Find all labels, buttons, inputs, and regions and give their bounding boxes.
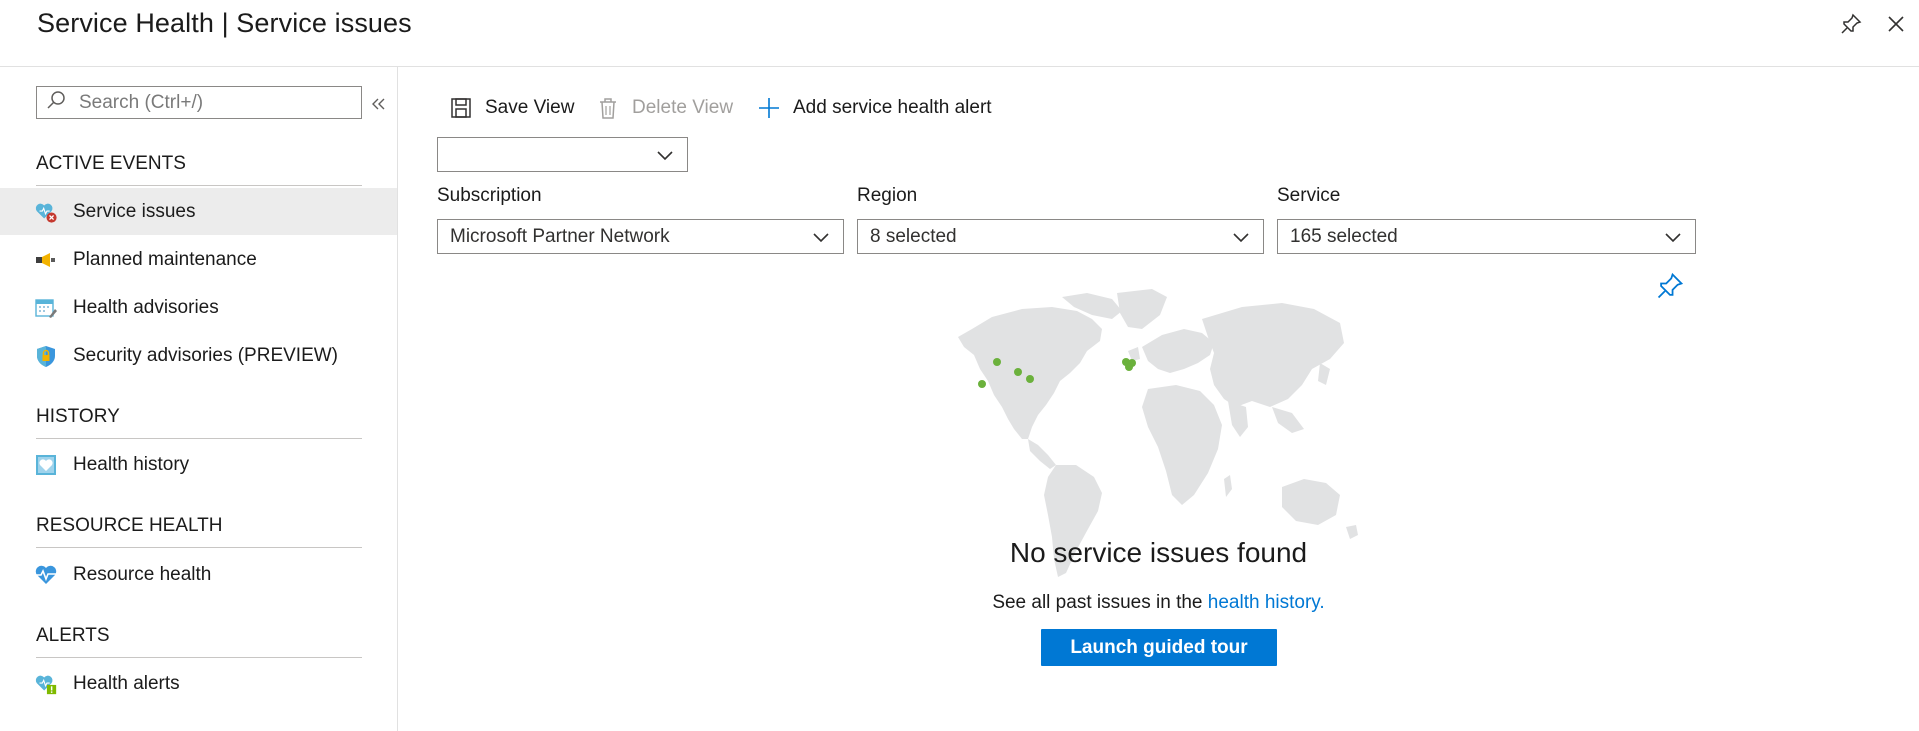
subscription-dropdown[interactable]: Microsoft Partner Network bbox=[437, 219, 844, 254]
service-label: Service bbox=[1277, 185, 1341, 206]
sidebar-item-service-issues[interactable]: Service issues bbox=[0, 188, 397, 235]
sidebar-item-label: Security advisories (PREVIEW) bbox=[73, 344, 339, 366]
launch-guided-tour-button[interactable]: Launch guided tour bbox=[1041, 629, 1277, 666]
blade-header: Service Health | Service issues bbox=[0, 0, 1919, 67]
empty-state-title: No service issues found bbox=[1009, 537, 1308, 568]
empty-state-text: See all past issues in the bbox=[992, 592, 1208, 613]
add-alert-label: Add service health alert bbox=[793, 97, 992, 118]
sidebar-item-health-alerts[interactable]: Health alerts bbox=[0, 660, 397, 707]
double-chevron-left-icon[interactable] bbox=[370, 92, 386, 118]
sidebar-item-label: Service issues bbox=[73, 200, 196, 222]
heart-history-icon bbox=[34, 453, 58, 477]
section-header-alerts: ALERTS bbox=[36, 625, 110, 646]
sidebar-item-label: Resource health bbox=[73, 563, 212, 585]
plus-icon bbox=[756, 95, 782, 121]
heart-alert-icon bbox=[34, 672, 58, 696]
save-view-label: Save View bbox=[485, 97, 575, 118]
page-title: Service Health | Service issues bbox=[37, 8, 412, 38]
region-dropdown[interactable]: 8 selected bbox=[857, 219, 1264, 254]
search-input[interactable] bbox=[79, 91, 349, 114]
sidebar-item-security-advisories[interactable]: Security advisories (PREVIEW) bbox=[0, 332, 397, 379]
health-history-link[interactable]: health history. bbox=[1208, 592, 1325, 613]
main-content: Save View Delete View Add service health… bbox=[398, 67, 1919, 731]
save-view-button[interactable]: Save View bbox=[448, 91, 574, 125]
add-service-health-alert-button[interactable]: Add service health alert bbox=[756, 91, 992, 125]
chevron-down-icon bbox=[811, 228, 831, 254]
sidebar-item-planned-maintenance[interactable]: Planned maintenance bbox=[0, 236, 397, 283]
service-value: 165 selected bbox=[1290, 225, 1398, 247]
section-header-active-events: ACTIVE EVENTS bbox=[36, 153, 186, 174]
service-dropdown[interactable]: 165 selected bbox=[1277, 219, 1696, 254]
sidebar-item-label: Health history bbox=[73, 453, 190, 475]
heart-error-icon bbox=[34, 200, 58, 224]
megaphone-icon bbox=[34, 248, 58, 272]
pin-icon[interactable] bbox=[1837, 10, 1865, 38]
section-header-history: HISTORY bbox=[36, 406, 120, 427]
section-header-resource-health: RESOURCE HEALTH bbox=[36, 515, 223, 536]
subscription-label: Subscription bbox=[437, 185, 542, 206]
sidebar-item-health-history[interactable]: Health history bbox=[0, 441, 397, 488]
region-label: Region bbox=[857, 185, 918, 206]
divider bbox=[36, 547, 362, 548]
sidebar-item-resource-health[interactable]: Resource health bbox=[0, 551, 397, 598]
pin-to-dashboard-icon[interactable] bbox=[1656, 272, 1684, 305]
save-icon bbox=[448, 95, 474, 121]
divider bbox=[36, 185, 362, 186]
empty-state-subtitle: See all past issues in the health histor… bbox=[398, 592, 1919, 614]
divider bbox=[36, 438, 362, 439]
sidebar-item-label: Health advisories bbox=[73, 296, 219, 318]
subscription-value: Microsoft Partner Network bbox=[450, 225, 670, 247]
calendar-edit-icon bbox=[34, 296, 58, 320]
delete-view-button[interactable]: Delete View bbox=[595, 91, 733, 125]
chevron-down-icon bbox=[1663, 228, 1683, 254]
shield-lock-icon bbox=[34, 344, 58, 368]
heartbeat-icon bbox=[34, 563, 58, 587]
close-icon[interactable] bbox=[1882, 10, 1910, 38]
sidebar-item-health-advisories[interactable]: Health advisories bbox=[0, 284, 397, 331]
delete-view-label: Delete View bbox=[632, 97, 734, 118]
chevron-down-icon bbox=[1231, 228, 1251, 254]
sidebar: ACTIVE EVENTS Service issues Planned mai… bbox=[0, 67, 398, 731]
divider bbox=[36, 657, 362, 658]
saved-view-dropdown[interactable] bbox=[437, 137, 688, 172]
search-box[interactable] bbox=[36, 86, 362, 119]
sidebar-item-label: Planned maintenance bbox=[73, 248, 257, 270]
chevron-down-icon bbox=[655, 146, 675, 172]
region-value: 8 selected bbox=[870, 225, 957, 247]
search-icon bbox=[45, 89, 67, 116]
trash-icon bbox=[595, 95, 621, 121]
sidebar-item-label: Health alerts bbox=[73, 672, 180, 694]
